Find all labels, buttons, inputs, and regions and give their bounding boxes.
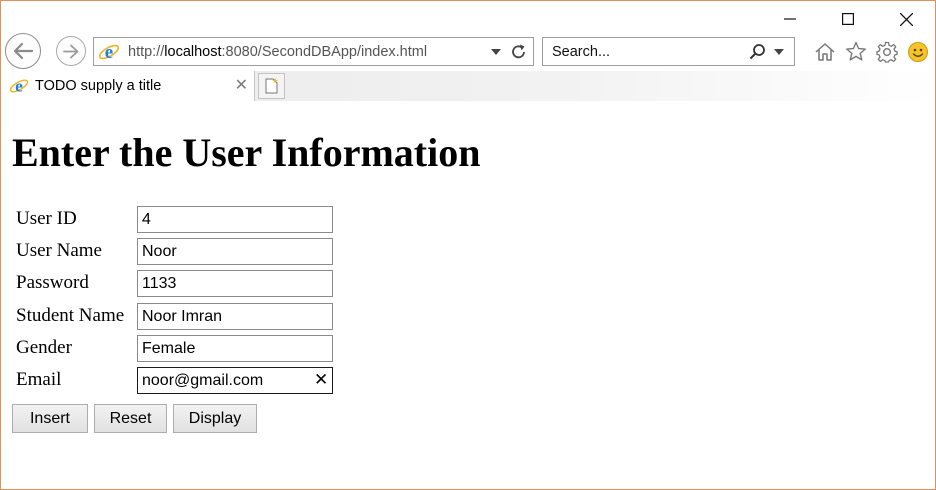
insert-button[interactable]: Insert [12,404,88,433]
address-dropdown-icon[interactable] [491,49,501,55]
user-id-input[interactable] [137,206,333,233]
svg-text:e: e [15,76,23,95]
student-name-label: Student Name [16,305,125,326]
search-icon[interactable] [749,43,766,60]
tab-close-icon[interactable]: ✕ [235,78,248,94]
user-id-label: User ID [16,208,77,229]
maximize-icon [842,13,854,25]
minimize-icon [784,18,796,20]
tab-title: TODO supply a title [35,78,162,94]
tab-active[interactable]: e TODO supply a title ✕ [1,71,255,101]
home-button[interactable] [809,37,840,66]
forward-button[interactable] [56,36,86,66]
tab-bar: e TODO supply a title ✕ [1,71,935,101]
favorites-star-icon [845,41,866,61]
maximize-button[interactable] [819,1,877,37]
display-button[interactable]: Display [173,404,257,433]
settings-gear-icon [875,41,898,63]
smiley-feedback-icon [907,41,928,62]
forward-arrow-icon [63,44,79,58]
ie-logo-icon: e [9,76,29,95]
gender-input[interactable] [137,335,333,362]
search-dropdown-icon[interactable] [774,49,784,55]
svg-text:e: e [105,42,113,63]
email-label: Email [16,369,62,390]
form-buttons: Insert Reset Display [12,404,263,433]
browser-toolbar [809,37,933,66]
back-button[interactable] [5,33,41,69]
clear-input-icon[interactable]: ✕ [314,370,328,390]
search-input[interactable] [552,43,742,60]
refresh-icon[interactable] [511,43,527,60]
url-text[interactable]: http://localhost:8080/SecondDBApp/index.… [128,44,427,60]
user-name-input[interactable] [137,238,333,265]
reset-button[interactable]: Reset [94,404,167,433]
address-bar[interactable]: e http://localhost:8080/SecondDBApp/inde… [93,37,534,66]
browser-window: e http://localhost:8080/SecondDBApp/inde… [0,0,936,490]
new-tab-icon [265,78,278,94]
new-tab-button[interactable] [258,73,285,99]
minimize-button[interactable] [761,1,819,37]
search-box[interactable] [542,37,795,66]
close-window-button[interactable] [877,1,935,37]
settings-button[interactable] [871,37,902,66]
navigation-bar: e http://localhost:8080/SecondDBApp/inde… [1,33,935,69]
window-controls [761,1,935,37]
student-name-input[interactable] [137,303,333,330]
user-name-label: User Name [16,240,102,261]
ie-logo-icon: e [98,42,120,63]
favorites-button[interactable] [840,37,871,66]
page-heading: Enter the User Information [12,130,481,175]
password-input[interactable] [137,270,333,297]
page-content: Enter the User Information User ID User … [1,101,935,489]
feedback-button[interactable] [902,37,933,66]
back-arrow-icon [13,42,34,60]
home-icon [815,42,834,61]
password-label: Password [16,272,89,293]
gender-label: Gender [16,337,72,358]
email-input[interactable] [137,367,333,394]
close-icon [899,12,913,26]
